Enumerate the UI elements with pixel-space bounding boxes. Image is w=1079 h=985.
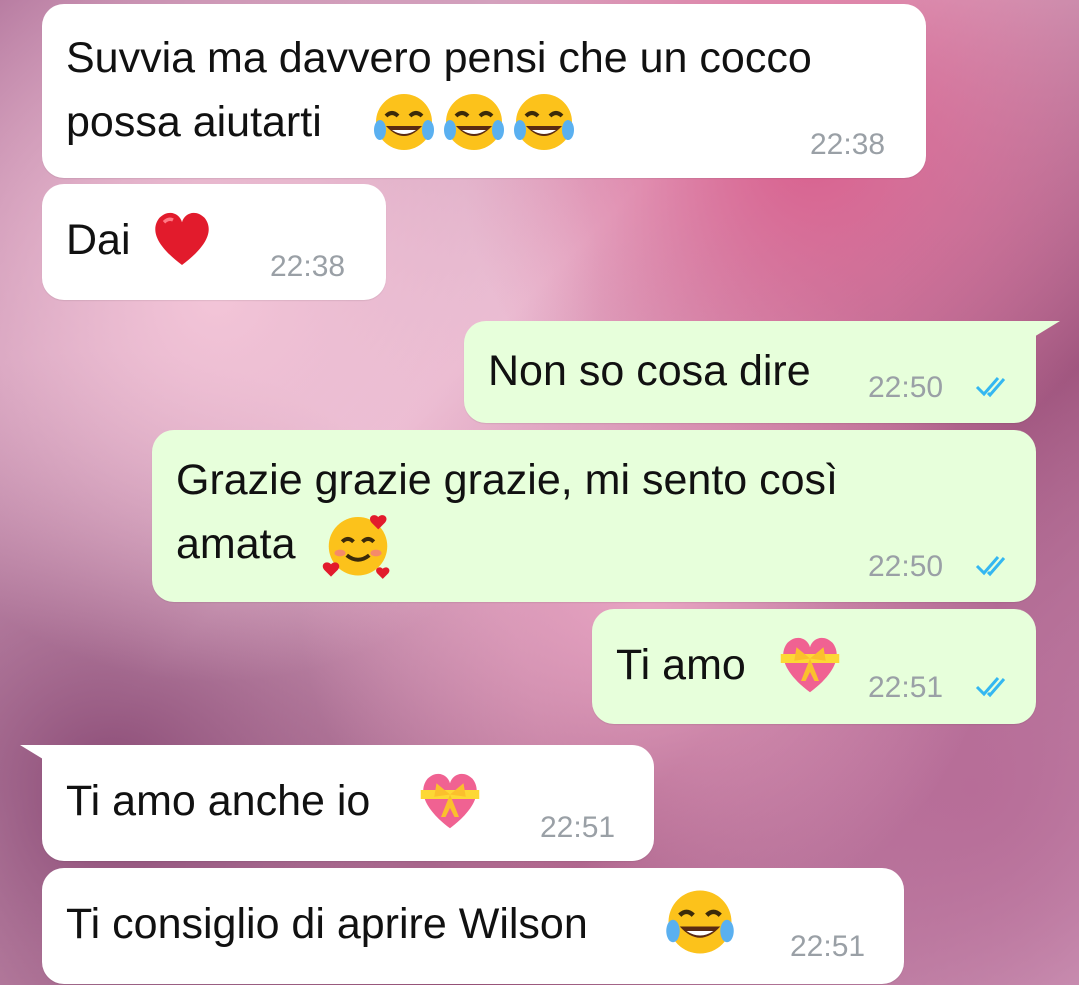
message-text: Non so cosa dire (488, 347, 811, 395)
message-time: 22:50 (868, 371, 944, 404)
message-bubble-incoming[interactable]: Ti consiglio di aprire Wilson 22:51 (42, 868, 904, 984)
message-bubble-outgoing[interactable]: Ti amo 22:51 (592, 609, 1036, 724)
message-bubble-outgoing[interactable]: Non so cosa dire 22:50 (464, 321, 1036, 423)
message-time: 22:51 (540, 811, 616, 844)
message-time: 22:38 (270, 250, 346, 283)
message-text: Ti consiglio di aprire Wilson (66, 900, 588, 948)
red-heart-emoji-icon (146, 202, 218, 292)
smiling-face-with-hearts-emoji-icon (320, 508, 394, 598)
message-time: 22:38 (810, 128, 886, 161)
read-receipt-icon (975, 676, 1006, 697)
message-time: 22:51 (868, 671, 944, 704)
message-bubble-outgoing[interactable]: Grazie grazie grazie, mi sento così amat… (152, 430, 1036, 602)
message-text: Ti amo anche io (66, 777, 371, 825)
bubble-tail (1024, 321, 1060, 343)
message-bubble-incoming[interactable]: Dai 22:38 (42, 184, 386, 300)
message-bubble-incoming[interactable]: Ti amo anche io 22:51 (42, 745, 654, 861)
heart-with-ribbon-emoji-icon (774, 627, 846, 717)
message-time: 22:50 (868, 550, 944, 583)
message-text: Ti amo (616, 641, 746, 689)
message-text: Dai (66, 216, 131, 264)
message-time: 22:51 (790, 930, 866, 963)
message-bubble-incoming[interactable]: Suvvia ma davvero pensi che un cocco pos… (42, 4, 926, 178)
read-receipt-icon (975, 555, 1006, 576)
message-text: Grazie grazie grazie, mi sento così amat… (176, 456, 838, 568)
bubble-tail (20, 745, 56, 767)
laugh-cry-emoji-icon (372, 90, 582, 174)
heart-with-ribbon-emoji-icon (414, 763, 486, 853)
laugh-cry-emoji-icon (664, 886, 736, 976)
read-receipt-icon (975, 376, 1006, 397)
